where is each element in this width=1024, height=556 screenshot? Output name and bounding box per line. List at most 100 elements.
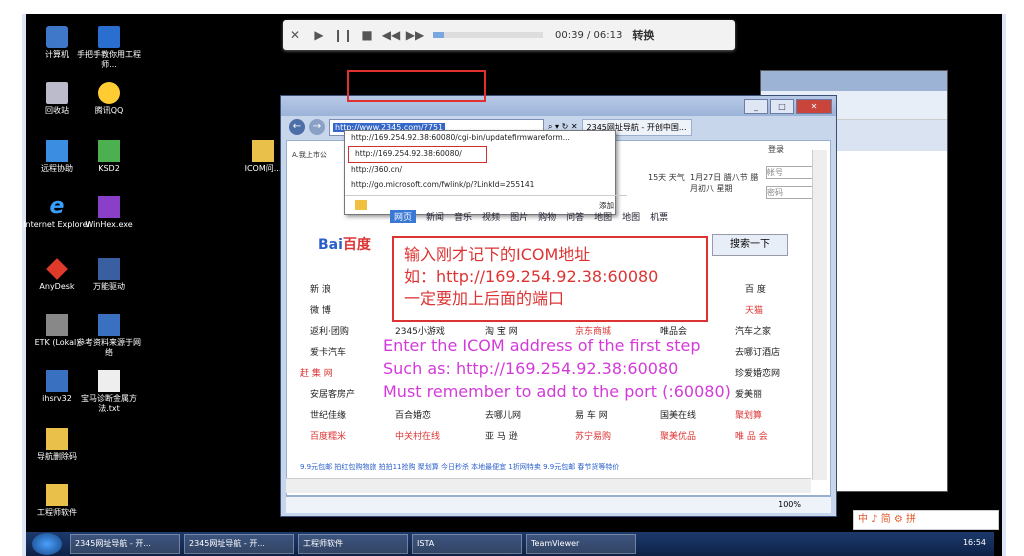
taskbar: 2345网址导航 - 开... 2345网址导航 - 开... 工程师软件 IS… bbox=[26, 532, 994, 556]
grid-link[interactable]: 易 车 网 bbox=[575, 408, 608, 421]
grid-link[interactable]: 微 博 bbox=[310, 303, 331, 316]
url-highlight-box bbox=[347, 70, 486, 102]
suggestion-item[interactable]: http://360.cn/ bbox=[345, 163, 615, 178]
drive-icon bbox=[98, 258, 120, 280]
zoom-level[interactable]: 100% bbox=[778, 500, 801, 509]
maximize-button[interactable]: □ bbox=[770, 98, 794, 114]
taskbar-item[interactable]: 2345网址导航 - 开... bbox=[184, 534, 294, 554]
grid-link[interactable]: 百合婚恋 bbox=[395, 408, 431, 421]
tab-news[interactable]: 新闻 bbox=[426, 210, 444, 223]
tab-qa[interactable]: 问答 bbox=[566, 210, 584, 223]
grid-link[interactable]: 天猫 bbox=[745, 303, 763, 316]
desktop-icon-drive[interactable]: 万能驱动 bbox=[74, 258, 144, 292]
bottom-links[interactable]: 9.9元包邮 拍红包购物旅 拍拍11抢购 聚划算 今日秒杀 本地最便宜 1折网特… bbox=[300, 462, 619, 472]
tab-video[interactable]: 视频 bbox=[482, 210, 500, 223]
grid-link[interactable]: 珍爱婚恋网 bbox=[735, 366, 780, 379]
desktop-icon-txt[interactable]: 宝马诊断金属方法.txt bbox=[74, 370, 144, 414]
close-icon[interactable]: ✕ bbox=[283, 28, 307, 42]
grid-link[interactable]: 新 浪 bbox=[310, 282, 331, 295]
back-icon[interactable]: ← bbox=[289, 119, 305, 135]
taskbar-item[interactable]: 工程师软件 bbox=[298, 534, 408, 554]
horizontal-scrollbar[interactable] bbox=[286, 478, 811, 493]
txt-icon bbox=[98, 370, 120, 392]
grid-link[interactable]: 亚 马 逊 bbox=[485, 429, 518, 442]
vertical-scrollbar[interactable] bbox=[812, 150, 827, 480]
grid-link[interactable]: 聚划算 bbox=[735, 408, 762, 421]
taskbar-item[interactable]: TeamViewer bbox=[526, 534, 636, 554]
desktop-icon-folder[interactable]: 手把手教你用工程师... bbox=[74, 26, 144, 70]
recycle-bin-icon bbox=[46, 82, 68, 104]
start-button[interactable] bbox=[32, 533, 62, 555]
desktop-icon-nav[interactable]: 导航删除码 bbox=[22, 428, 92, 462]
login-hint: A.我上市公 bbox=[292, 151, 327, 159]
grid-link[interactable]: 世纪佳缘 bbox=[310, 408, 346, 421]
tab-music[interactable]: 音乐 bbox=[454, 210, 472, 223]
desktop-icon-engineer[interactable]: 工程师软件 bbox=[22, 484, 92, 518]
anydesk-icon bbox=[46, 258, 68, 280]
password-field[interactable]: 密码 bbox=[766, 186, 818, 199]
search-button[interactable]: 搜索一下 bbox=[712, 234, 788, 256]
tab-shopping[interactable]: 购物 bbox=[538, 210, 556, 223]
progress-bar[interactable] bbox=[433, 32, 543, 38]
instruction-line: Enter the ICOM address of the first step bbox=[383, 336, 701, 355]
time-readout: 00:39 / 06:13 bbox=[555, 29, 623, 41]
grid-link[interactable]: 中关村在线 bbox=[395, 429, 440, 442]
convert-button[interactable]: 转换 bbox=[632, 27, 654, 43]
qq-icon bbox=[98, 82, 120, 104]
grid-link[interactable]: 安居客房产 bbox=[310, 387, 355, 400]
grid-link[interactable]: 聚美优品 bbox=[660, 429, 696, 442]
add-button[interactable]: 添加 bbox=[599, 200, 614, 211]
progress-fill bbox=[433, 32, 444, 38]
rewind-icon[interactable]: ◀◀ bbox=[379, 28, 403, 42]
grid-link[interactable]: 爱美丽 bbox=[735, 387, 762, 400]
grid-link[interactable]: 百 度 bbox=[745, 282, 766, 295]
suggestion-item[interactable]: http://169.254.92.38:60080/cgi-bin/updat… bbox=[345, 131, 615, 146]
instruction-line: 一定要加上后面的端口 bbox=[404, 289, 565, 308]
grid-link[interactable]: 去哪订酒店 bbox=[735, 345, 780, 358]
suggestion-item[interactable]: http://go.microsoft.com/fwlink/p/?LinkId… bbox=[345, 178, 615, 193]
login-link[interactable]: 登录 bbox=[768, 144, 784, 155]
reference-icon bbox=[98, 314, 120, 336]
desktop-icon-qq[interactable]: 腾讯QQ bbox=[74, 82, 144, 116]
close-button[interactable]: ✕ bbox=[796, 98, 832, 114]
baidu-logo: Bai百度 bbox=[318, 237, 371, 253]
grid-link[interactable]: 去哪儿网 bbox=[485, 408, 521, 421]
ihsrv-icon bbox=[46, 370, 68, 392]
status-bar: 100% bbox=[286, 496, 831, 513]
grid-link[interactable]: 唯 品 会 bbox=[735, 429, 768, 442]
suggestion-item-icom[interactable]: http://169.254.92.38:60080/ bbox=[348, 146, 487, 163]
minimize-button[interactable]: _ bbox=[744, 98, 768, 114]
grid-link[interactable]: 爱卡汽车 bbox=[310, 345, 346, 358]
grid-link[interactable]: 赶 集 网 bbox=[300, 366, 333, 379]
url-suggestion-dropdown: http://169.254.92.38:60080/cgi-bin/updat… bbox=[344, 130, 627, 215]
account-field[interactable]: 帐号 bbox=[766, 166, 818, 179]
grid-link[interactable]: 汽车之家 bbox=[735, 324, 771, 337]
play-icon[interactable]: ▶ bbox=[307, 28, 331, 42]
desktop-icon-reference[interactable]: 参考资料来源于网络 bbox=[74, 314, 144, 358]
desktop-icon-winhex[interactable]: WinHex.exe bbox=[74, 196, 144, 230]
clock[interactable]: 16:54 bbox=[963, 538, 986, 547]
stop-icon[interactable]: ■ bbox=[355, 28, 379, 42]
taskbar-item[interactable]: 2345网址导航 - 开... bbox=[70, 534, 180, 554]
video-player-bar: ✕ ▶ ❙❙ ■ ◀◀ ▶▶ 00:39 / 06:13 转换 bbox=[283, 20, 735, 50]
instruction-line: 如：http://169.254.92.38:60080 bbox=[404, 267, 659, 286]
tab-map[interactable]: 地图 bbox=[594, 210, 612, 223]
desktop-icon-ksd2[interactable]: KSD2 bbox=[74, 140, 144, 174]
date-info: 1月27日 腊八节 腊月初八 星期 bbox=[690, 173, 759, 193]
grid-link[interactable]: 百度糯米 bbox=[310, 429, 346, 442]
taskbar-item[interactable]: ISTA bbox=[412, 534, 522, 554]
grid-link[interactable]: 国美在线 bbox=[660, 408, 696, 421]
sogou-ime-bar[interactable]: 中 ♪ 简 ⚙ 拼 bbox=[853, 510, 999, 530]
etk-icon bbox=[46, 314, 68, 336]
tab-web[interactable]: 网页 bbox=[390, 210, 417, 223]
tab-flights[interactable]: 机票 bbox=[650, 210, 668, 223]
grid-link[interactable]: 返利·团购 bbox=[310, 324, 349, 337]
icom-folder-icon bbox=[252, 140, 274, 162]
forward-icon[interactable]: → bbox=[309, 119, 325, 135]
pause-icon[interactable]: ❙❙ bbox=[331, 28, 355, 42]
grid-link[interactable]: 苏宁易购 bbox=[575, 429, 611, 442]
bing-icon bbox=[355, 200, 367, 210]
forward-icon[interactable]: ▶▶ bbox=[403, 28, 427, 42]
tab-map2[interactable]: 地图 bbox=[622, 210, 640, 223]
tab-images[interactable]: 图片 bbox=[510, 210, 528, 223]
